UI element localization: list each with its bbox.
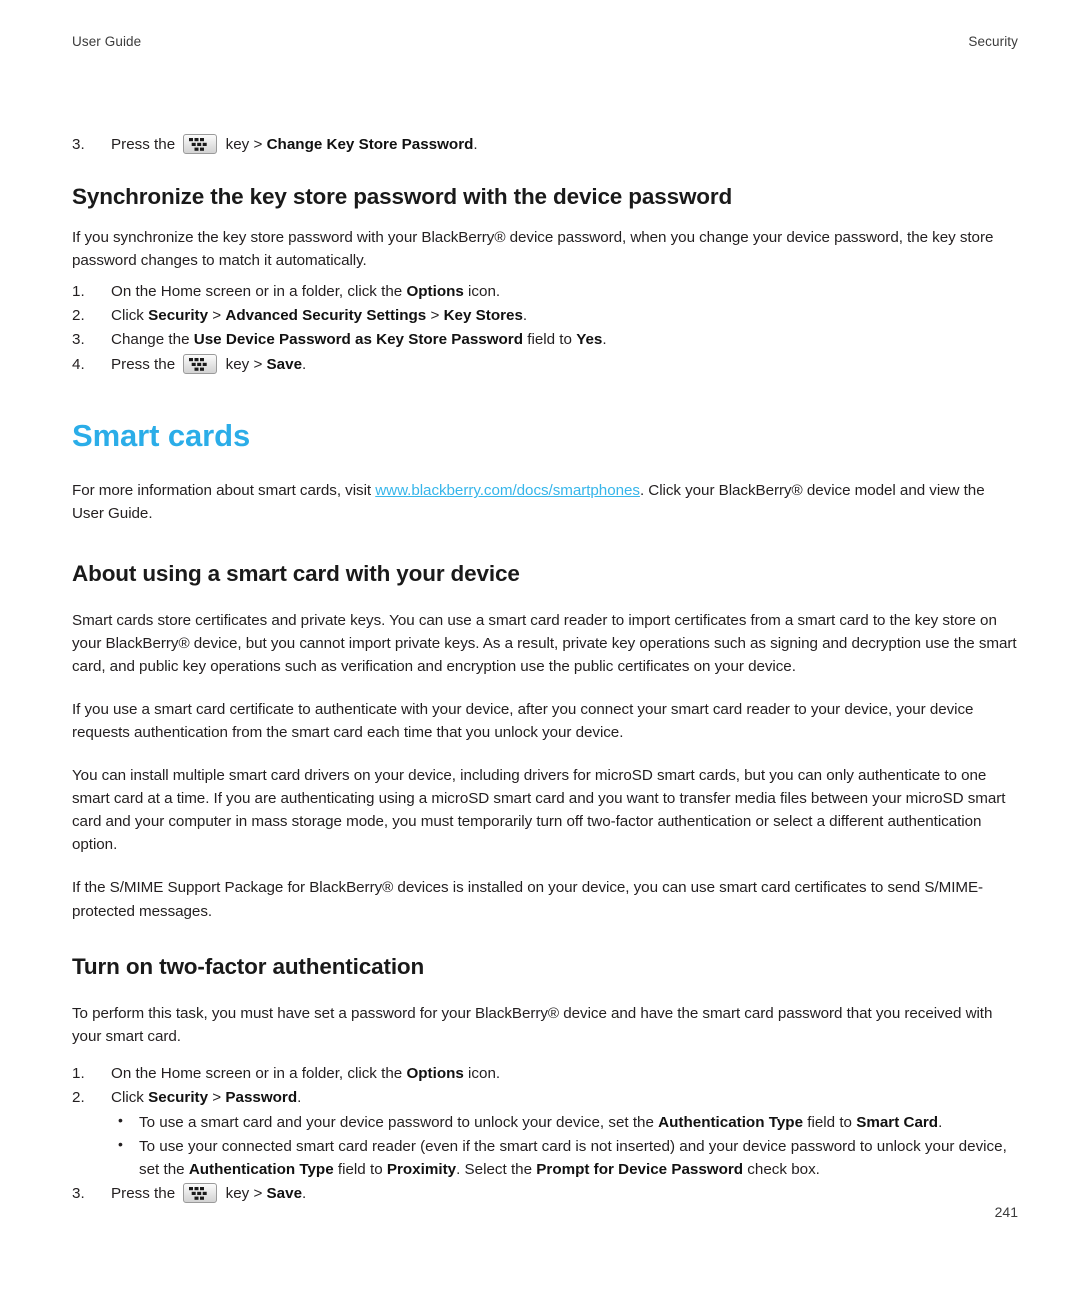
step-text: Click xyxy=(111,1088,149,1106)
list-item: • To use your connected smart card reader… xyxy=(111,1135,1018,1181)
list-item: 3. Press the key > Change Key Store Pass… xyxy=(72,133,1018,156)
blackberry-docs-link[interactable]: www.blackberry.com/docs/smartphones xyxy=(375,482,640,499)
step-text: field to xyxy=(523,331,577,349)
blackberry-menu-key-icon xyxy=(183,1183,218,1204)
step-text: > xyxy=(426,307,444,325)
section-intro-twofactor: To perform this task, you must have set … xyxy=(72,1004,993,1045)
step-text: icon. xyxy=(463,283,501,301)
step-text: icon. xyxy=(463,1064,501,1082)
step-text-middle: key > xyxy=(225,136,263,153)
step-emphasis: Authentication Type xyxy=(188,1161,334,1179)
step-list-synchronize: 1. On the Home screen or in a folder, cli… xyxy=(72,280,1018,375)
section-heading-about: About using a smart card with your devic… xyxy=(72,560,520,586)
step-text: To use a smart card and your device pass… xyxy=(139,1113,659,1131)
step-emphasis: Key Stores xyxy=(443,307,523,325)
body-paragraph: If the S/MIME Support Package for BlackB… xyxy=(72,879,984,920)
step-emphasis: Smart Card xyxy=(856,1113,939,1131)
list-item: • To use a smart card and your device pas… xyxy=(111,1111,1018,1134)
step-emphasis: Security xyxy=(148,1088,209,1106)
page-number: 241 xyxy=(994,1204,1018,1220)
step-text-before: Press the xyxy=(111,136,176,153)
blackberry-menu-key-icon xyxy=(183,134,218,154)
step-text: . xyxy=(297,1088,302,1106)
step-text: field to xyxy=(333,1161,387,1179)
chapter-intro: For more information about smart cards, … xyxy=(72,479,1018,525)
section-heading-twofactor: Turn on two-factor authentication xyxy=(72,953,425,979)
step-text-after: . xyxy=(473,136,478,153)
step-emphasis: Options xyxy=(406,1064,464,1082)
step-text: > xyxy=(208,1088,226,1106)
step-text: . xyxy=(602,331,607,349)
step-emphasis: Save xyxy=(266,355,303,373)
body-paragraph: Smart cards store certificates and priva… xyxy=(72,611,1017,675)
bullet-icon: • xyxy=(118,1136,123,1153)
step-number: 1. xyxy=(72,283,85,301)
step-text: check box. xyxy=(743,1161,820,1179)
step-number: 2. xyxy=(72,307,85,325)
step-number: 2. xyxy=(72,1088,85,1106)
document-page: User Guide Security 3. Press the key > C… xyxy=(0,0,1080,1296)
chapter-intro-before: For more information about smart cards, … xyxy=(72,482,376,500)
step-emphasis: Save xyxy=(266,1185,303,1203)
step-number: 3. xyxy=(72,1185,85,1203)
step-text: On the Home screen or in a folder, click… xyxy=(111,1064,407,1082)
step-emphasis: Authentication Type xyxy=(658,1113,804,1131)
step-text: . xyxy=(938,1113,943,1131)
about-paragraphs: Smart cards store certificates and priva… xyxy=(72,609,1018,923)
step-text: field to xyxy=(803,1113,857,1131)
body-paragraph: If you use a smart card certificate to a… xyxy=(72,700,974,741)
step-text: . Select the xyxy=(456,1161,537,1179)
list-item: 1. On the Home screen or in a folder, cli… xyxy=(72,1062,1018,1085)
step-emphasis: Prompt for Device Password xyxy=(536,1161,744,1179)
step-text: > xyxy=(208,307,226,325)
bullet-list: • To use a smart card and your device pas… xyxy=(111,1111,1018,1181)
bullet-icon: • xyxy=(118,1111,123,1128)
step-emphasis: Password xyxy=(225,1088,298,1106)
step-text-after: . xyxy=(302,355,307,373)
step-text: Click xyxy=(111,307,149,325)
list-item: 3. Change the Use Device Password as Key … xyxy=(72,328,1018,351)
page-title: Smart cards xyxy=(72,417,251,453)
step-number: 3. xyxy=(72,136,85,153)
list-item: 1. On the Home screen or in a folder, cli… xyxy=(72,280,1018,303)
step-number: 1. xyxy=(72,1064,85,1082)
step-number: 3. xyxy=(72,331,85,349)
step-emphasis: Use Device Password as Key Store Passwor… xyxy=(193,331,523,349)
list-item: 4. Press the key > Save. xyxy=(72,353,1018,376)
list-item: 2. Click Security > Advanced Security Set… xyxy=(72,304,1018,327)
list-item: 3. Press the key > Save. xyxy=(72,1182,1018,1205)
step-text: On the Home screen or in a folder, click… xyxy=(111,283,407,301)
step-emphasis: Yes xyxy=(576,331,603,349)
section-intro-synchronize: If you synchronize the key store passwor… xyxy=(72,229,994,270)
blackberry-menu-key-icon xyxy=(183,353,218,374)
running-header-right: Security xyxy=(968,34,1018,49)
step-emphasis: Security xyxy=(148,307,209,325)
step-emphasis: Change Key Store Password xyxy=(266,136,474,153)
body-paragraph: You can install multiple smart card driv… xyxy=(72,767,1006,854)
list-item: 2. Click Security > Password. xyxy=(72,1086,1018,1109)
step-emphasis: Proximity xyxy=(386,1161,457,1179)
step-text-before: Press the xyxy=(111,1185,180,1203)
running-header-left: User Guide xyxy=(72,34,142,49)
step-emphasis: Options xyxy=(406,283,464,301)
step-text-middle: key > xyxy=(221,1185,267,1203)
step-text-middle: key > xyxy=(221,355,267,373)
nested-bullet-group: • To use a smart card and your device pas… xyxy=(72,1111,1018,1181)
step-emphasis: Advanced Security Settings xyxy=(225,307,427,325)
step-list-twofactor: 1. On the Home screen or in a folder, cli… xyxy=(72,1062,1018,1206)
continued-step-list: 3. Press the key > Change Key Store Pass… xyxy=(72,133,1018,156)
step-text-after: . xyxy=(302,1185,307,1203)
step-text-before: Press the xyxy=(111,355,180,373)
section-heading-synchronize: Synchronize the key store password with … xyxy=(72,184,733,210)
step-text: Change the xyxy=(111,331,194,349)
running-header: User Guide Security xyxy=(72,34,1018,49)
step-text: . xyxy=(522,307,528,325)
step-number: 4. xyxy=(72,355,85,373)
